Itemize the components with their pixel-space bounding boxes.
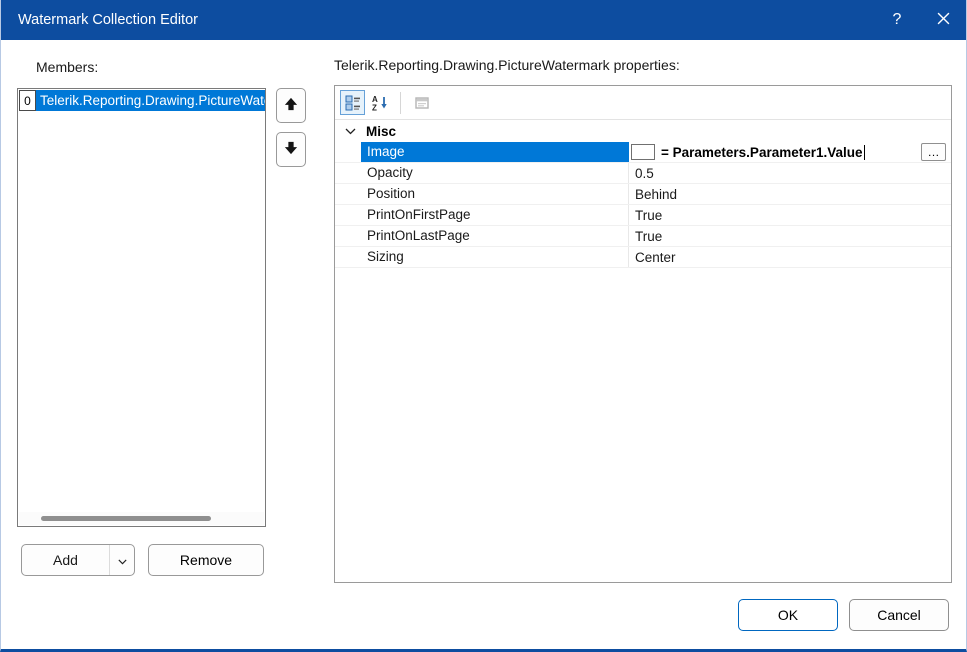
categorized-icon[interactable] [340, 90, 365, 115]
horizontal-scrollbar[interactable] [19, 512, 264, 525]
property-grid-toolbar: A Z [335, 86, 951, 120]
property-name-printonfirstpage[interactable]: PrintOnFirstPage [361, 205, 629, 225]
property-value-cell-image[interactable]: = Parameters.Parameter1.Value … [629, 142, 951, 162]
property-value-cell-sizing[interactable]: Center [629, 247, 951, 267]
members-label: Members: [36, 59, 98, 75]
row-margin [335, 226, 361, 246]
property-value-printonfirstpage[interactable]: True [635, 208, 662, 223]
property-value-position[interactable]: Behind [635, 187, 677, 202]
property-value-cell-printonfirstpage[interactable]: True [629, 205, 951, 225]
property-row-position: Position Behind [335, 184, 951, 205]
up-arrow-icon [284, 97, 298, 114]
property-row-image: Image = Parameters.Parameter1.Value … [335, 142, 951, 163]
ellipsis-button[interactable]: … [921, 143, 946, 161]
properties-header: Telerik.Reporting.Drawing.PictureWaterma… [334, 57, 680, 73]
move-down-button[interactable] [276, 132, 306, 167]
close-icon [937, 12, 950, 28]
window-title: Watermark Collection Editor [1, 12, 198, 28]
property-name-opacity[interactable]: Opacity [361, 163, 629, 183]
row-margin [335, 247, 361, 267]
alphabetical-sort-icon[interactable]: A Z [367, 90, 392, 115]
property-name-image[interactable]: Image [361, 142, 629, 162]
text-caret [864, 145, 866, 160]
property-row-printonlastpage: PrintOnLastPage True [335, 226, 951, 247]
property-value-printonlastpage[interactable]: True [635, 229, 662, 244]
close-button[interactable] [920, 0, 966, 40]
members-listbox[interactable]: 0 Telerik.Reporting.Drawing.PictureWate [17, 88, 266, 527]
property-value-sizing[interactable]: Center [635, 250, 676, 265]
property-grid: A Z Misc [334, 85, 952, 583]
property-name-sizing[interactable]: Sizing [361, 247, 629, 267]
property-value-cell-position[interactable]: Behind [629, 184, 951, 204]
row-margin [335, 205, 361, 225]
add-button[interactable]: Add [21, 544, 135, 576]
watermark-collection-editor-dialog: Watermark Collection Editor ? Members: 0… [0, 0, 967, 652]
list-item-index: 0 [19, 90, 36, 111]
move-up-button[interactable] [276, 88, 306, 123]
scrollbar-thumb[interactable] [41, 516, 211, 521]
ok-button[interactable]: OK [738, 599, 838, 631]
property-row-opacity: Opacity 0.5 [335, 163, 951, 184]
property-row-printonfirstpage: PrintOnFirstPage True [335, 205, 951, 226]
remove-button[interactable]: Remove [148, 544, 264, 576]
add-button-label: Add [22, 545, 109, 575]
property-pages-icon[interactable] [409, 90, 434, 115]
chevron-down-icon [118, 552, 127, 568]
property-name-printonlastpage[interactable]: PrintOnLastPage [361, 226, 629, 246]
row-margin [335, 163, 361, 183]
cancel-button[interactable]: Cancel [849, 599, 949, 631]
category-label: Misc [366, 124, 396, 139]
property-value-image[interactable]: = Parameters.Parameter1.Value [661, 145, 863, 160]
chevron-down-icon[interactable] [345, 128, 357, 135]
property-value-cell-printonlastpage[interactable]: True [629, 226, 951, 246]
titlebar[interactable]: Watermark Collection Editor ? [1, 0, 966, 40]
image-thumbnail [631, 144, 655, 160]
property-row-sizing: Sizing Center [335, 247, 951, 268]
property-value-cell-opacity[interactable]: 0.5 [629, 163, 951, 183]
add-dropdown-button[interactable] [109, 545, 134, 575]
help-button[interactable]: ? [874, 0, 920, 40]
property-name-position[interactable]: Position [361, 184, 629, 204]
list-item-label: Telerik.Reporting.Drawing.PictureWate [36, 90, 265, 111]
svg-text:Z: Z [372, 103, 377, 111]
property-value-opacity[interactable]: 0.5 [635, 166, 654, 181]
category-row-misc[interactable]: Misc [335, 120, 951, 142]
row-margin [335, 142, 361, 162]
toolbar-separator [400, 92, 401, 114]
list-item[interactable]: 0 Telerik.Reporting.Drawing.PictureWate [18, 90, 265, 111]
down-arrow-icon [284, 141, 298, 158]
row-margin [335, 184, 361, 204]
